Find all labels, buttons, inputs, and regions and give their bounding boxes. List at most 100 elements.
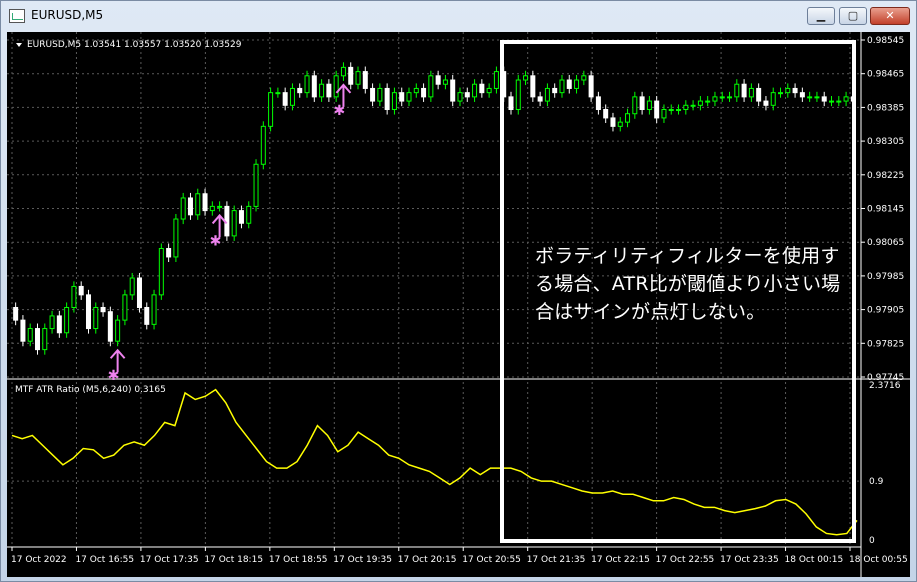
- bear-candle: [654, 100, 660, 119]
- bull-candle: [486, 87, 492, 94]
- indicator-tick-label: 0.9: [869, 477, 884, 487]
- time-tick-label: 17 Oct 22:15: [591, 555, 650, 565]
- bear-candle: [508, 96, 514, 111]
- bear-candle: [639, 96, 645, 111]
- bull-candle: [231, 210, 237, 237]
- maximize-button[interactable]: ▢: [839, 7, 867, 25]
- time-tick-label: 17 Oct 20:15: [398, 555, 457, 565]
- bull-candle: [581, 75, 587, 81]
- chart-window: EURUSD,M5 ▁ ▢ ✕ ✱ ✱ ✱ 0.98545 0.98465 0.9838…: [0, 0, 917, 582]
- bear-candle: [187, 197, 193, 216]
- bull-candle: [217, 205, 223, 208]
- bear-candle: [566, 79, 572, 89]
- bear-candle: [501, 71, 507, 98]
- bull-candle: [617, 121, 623, 127]
- bear-candle: [450, 79, 456, 102]
- bear-candle: [595, 96, 601, 111]
- atr-ratio-line: [11, 388, 858, 536]
- chart-area[interactable]: ✱ ✱ ✱ 0.98545 0.98465 0.98385 0.98305 0.98225 0…: [7, 32, 910, 577]
- price-tick-label: 0.97825: [867, 339, 904, 349]
- bull-candle: [151, 294, 157, 325]
- bull-candle: [843, 96, 849, 102]
- bull-candle: [64, 306, 70, 334]
- time-axis-labels: 17 Oct 2022 17 Oct 16:55 17 Oct 17:35 17 Oc…: [11, 547, 908, 565]
- bear-candle: [326, 83, 332, 98]
- bear-candle: [144, 306, 150, 325]
- time-tick-label: 17 Oct 20:55: [462, 555, 521, 565]
- bull-candle: [683, 104, 689, 111]
- bull-candle: [289, 87, 295, 106]
- bull-candle: [246, 205, 252, 224]
- bull-candle: [836, 100, 842, 103]
- bear-candle: [348, 66, 354, 85]
- bear-candle: [384, 87, 390, 111]
- title-bar[interactable]: EURUSD,M5 ▁ ▢ ✕: [1, 1, 916, 31]
- bull-candle: [340, 66, 346, 77]
- time-tick-label: 17 Oct 21:35: [527, 555, 586, 565]
- bear-candle: [821, 96, 827, 102]
- bull-candle: [428, 75, 434, 98]
- bull-candle: [734, 83, 740, 98]
- bull-candle: [355, 71, 361, 85]
- bull-candle: [391, 92, 397, 111]
- price-axis-labels: 0.98545 0.98465 0.98385 0.98305 0.98225 0.981…: [861, 36, 904, 383]
- bear-candle: [107, 311, 113, 342]
- bear-candle: [537, 96, 543, 102]
- bull-candle: [209, 205, 215, 212]
- price-tick-label: 0.98465: [867, 70, 904, 80]
- bear-candle: [588, 75, 594, 98]
- price-tick-label: 0.97905: [867, 306, 904, 316]
- bear-candle: [13, 306, 19, 321]
- close-button[interactable]: ✕: [870, 7, 910, 25]
- bear-candle: [530, 75, 536, 98]
- bear-candle: [464, 92, 470, 98]
- price-tick-label: 0.98145: [867, 205, 904, 215]
- bull-candle: [93, 306, 99, 330]
- bull-candle: [122, 294, 128, 321]
- bull-candle: [180, 197, 186, 220]
- bear-candle: [792, 87, 798, 94]
- bull-candle: [748, 87, 754, 98]
- bear-candle: [34, 328, 40, 351]
- time-tick-label: 17 Oct 16:55: [75, 555, 134, 565]
- bear-candle: [362, 71, 368, 89]
- bear-candle: [763, 100, 769, 106]
- bull-candle: [158, 248, 164, 296]
- window-title: EURUSD,M5: [31, 8, 104, 22]
- bear-candle: [166, 248, 172, 258]
- indicator-info-label: MTF ATR Ratio (M5,6,240) 0.3165: [15, 385, 166, 395]
- bear-candle: [610, 117, 616, 127]
- bear-candle: [202, 193, 208, 212]
- bull-candle: [195, 193, 201, 216]
- bear-candle: [399, 92, 405, 102]
- time-tick-label: 17 Oct 19:35: [333, 555, 392, 565]
- bull-candle: [719, 96, 725, 99]
- indicator-tick-label: 2.3716: [869, 381, 901, 391]
- bull-candle: [814, 96, 820, 99]
- chart-dropdown-icon[interactable]: [16, 43, 22, 47]
- price-tick-label: 0.97985: [867, 272, 904, 282]
- bull-candle: [676, 109, 682, 112]
- bull-candle: [268, 92, 274, 127]
- bull-candle: [727, 96, 733, 99]
- time-tick-label: 17 Oct 18:15: [204, 555, 263, 565]
- bear-candle: [552, 87, 558, 94]
- bull-candle: [472, 83, 478, 98]
- time-tick-label: 18 Oct 00:15: [785, 555, 844, 565]
- price-tick-label: 0.98065: [867, 238, 904, 248]
- bull-candle: [574, 79, 580, 89]
- bear-candle: [435, 75, 441, 85]
- bull-candle: [625, 113, 631, 123]
- bear-candle: [479, 83, 485, 94]
- bear-candle: [756, 87, 762, 102]
- indicator-tick-label: 0: [869, 536, 875, 546]
- bull-candle: [515, 79, 521, 111]
- time-tick-label: 17 Oct 18:55: [269, 555, 328, 565]
- bear-candle: [311, 75, 317, 98]
- minimize-button[interactable]: ▁: [807, 7, 835, 25]
- bull-candle: [129, 277, 135, 296]
- bear-candle: [20, 319, 26, 342]
- bull-candle: [646, 100, 652, 111]
- bull-candle: [523, 75, 529, 81]
- time-tick-label: 17 Oct 2022: [11, 555, 67, 565]
